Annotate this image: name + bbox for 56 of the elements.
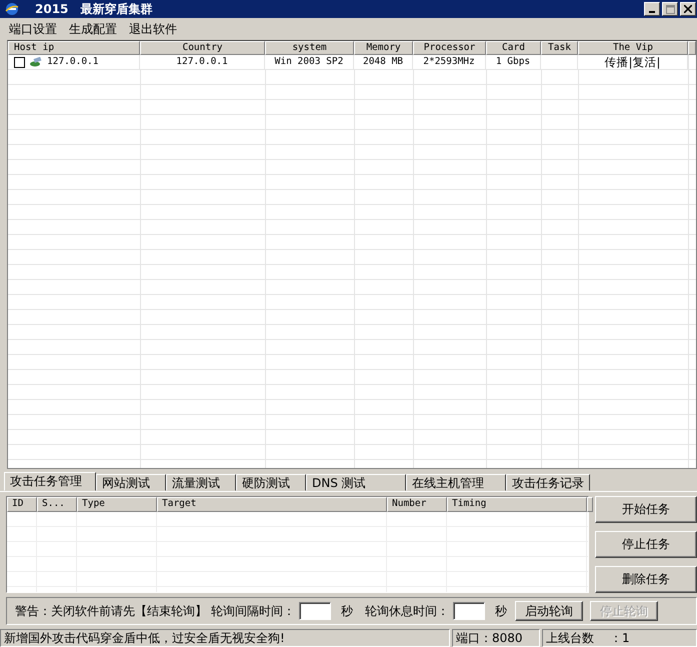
column-header[interactable]: Card — [486, 41, 541, 55]
column-header[interactable]: system — [265, 41, 354, 55]
menu-item[interactable]: 端口设置 — [9, 20, 57, 38]
tab[interactable]: 攻击任务管理 — [4, 472, 96, 491]
table-cell: 127.0.0.1 — [47, 55, 98, 69]
window-year: 2015 — [35, 2, 68, 16]
menu-item[interactable]: 生成配置 — [69, 20, 117, 38]
task-button[interactable]: 删除任务 — [595, 566, 697, 593]
column-header[interactable]: Type — [77, 497, 157, 512]
column-header[interactable]: S... — [37, 497, 77, 512]
tab[interactable]: 攻击任务记录 — [506, 474, 590, 491]
tab[interactable]: 在线主机管理 — [406, 474, 506, 491]
column-header[interactable]: Number — [387, 497, 447, 512]
rest-field[interactable] — [453, 602, 485, 620]
window-title: 最新穿盾集群 — [80, 0, 152, 18]
field-label: 轮询间隔时间： — [211, 602, 295, 620]
task-button[interactable]: 停止任务 — [595, 531, 697, 558]
unit-label: 秒 — [341, 602, 353, 620]
column-header[interactable]: Memory — [354, 41, 413, 55]
column-header[interactable]: The Vip — [578, 41, 688, 55]
tab[interactable]: 硬防测试 — [236, 474, 306, 491]
port-status: 端口：8080 — [452, 629, 540, 647]
checkbox[interactable] — [14, 56, 25, 68]
app-logo-icon — [5, 2, 19, 16]
table-cell: 2048 MB — [362, 56, 404, 67]
minimize-button[interactable] — [644, 2, 660, 16]
table-cell: 2*2593MHz — [423, 56, 475, 67]
column-header[interactable]: Target — [157, 497, 387, 512]
interval-field[interactable] — [299, 602, 331, 620]
column-header[interactable]: Timing — [447, 497, 587, 512]
maximize-button[interactable] — [662, 2, 678, 16]
tab[interactable]: 网站测试 — [96, 474, 166, 491]
online-count: ：1 — [610, 630, 630, 646]
unit-label: 秒 — [495, 602, 507, 620]
tab[interactable]: DNS 测试 — [306, 474, 406, 491]
online-label: 上线台数 — [546, 630, 594, 646]
table-cell: 1 Gbps — [496, 56, 530, 67]
maximize-icon — [666, 4, 674, 14]
menu-item[interactable]: 退出软件 — [129, 20, 177, 38]
table-cell: 传播|复活| — [604, 55, 660, 69]
tab[interactable]: 流量测试 — [166, 474, 236, 491]
column-header[interactable]: Task — [541, 41, 578, 55]
field-label: 轮询休息时间： — [365, 602, 449, 620]
polling-button[interactable]: 启动轮询 — [515, 601, 583, 621]
host-computer-icon — [29, 57, 43, 67]
column-header[interactable]: Processor — [413, 41, 486, 55]
column-header[interactable]: ID — [7, 497, 37, 512]
close-icon — [684, 5, 692, 13]
table-cell: Win 2003 SP2 — [274, 56, 344, 67]
column-header[interactable]: Country — [140, 41, 265, 55]
table-cell: 127.0.0.1 — [176, 56, 228, 67]
task-button[interactable]: 开始任务 — [595, 496, 697, 523]
column-header[interactable]: Host ip — [8, 41, 140, 55]
status-message: 新增国外攻击代码穿金盾中低，过安全盾无视安全狗! — [0, 629, 450, 647]
close-button[interactable] — [680, 2, 696, 16]
warning-text: 警告：关闭软件前请先【结束轮询】 — [15, 602, 207, 620]
